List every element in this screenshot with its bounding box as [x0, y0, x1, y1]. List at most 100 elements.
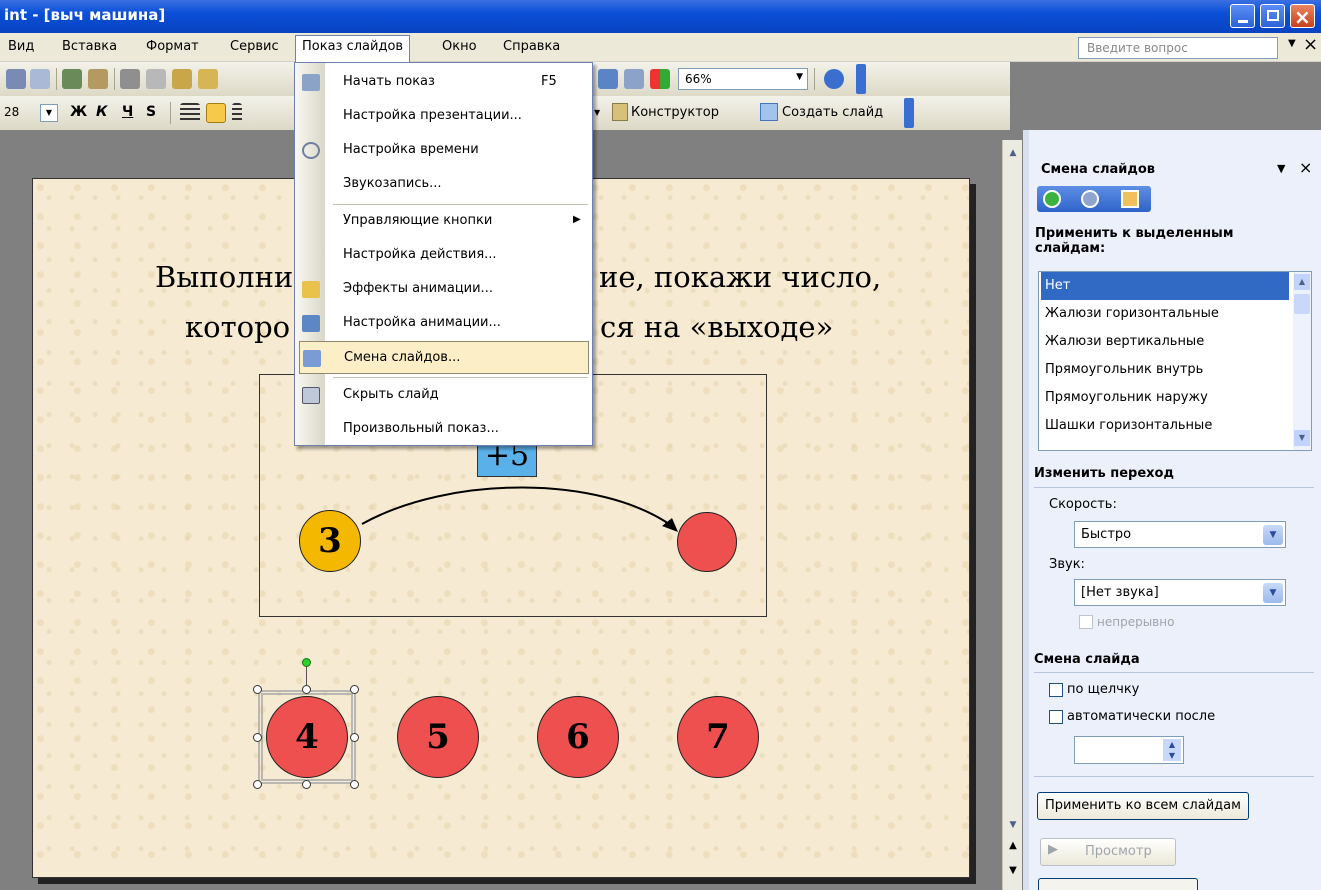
scroll-up-icon[interactable]: ▲ — [1294, 274, 1310, 290]
menu-item-start-show[interactable]: Начать показ F5 — [295, 66, 592, 99]
loop-checkbox[interactable] — [1079, 615, 1093, 629]
next-slide-icon[interactable]: ▼ — [1005, 865, 1021, 883]
auto-advance-checkbox[interactable] — [1049, 710, 1063, 724]
choice-circle-7[interactable]: 7 — [677, 696, 759, 778]
list-item[interactable]: Прямоугольник внутрь — [1041, 356, 1289, 384]
copy-icon[interactable] — [146, 69, 166, 89]
paste-icon[interactable] — [172, 69, 192, 89]
new-slide-button[interactable]: Создать слайд — [782, 105, 883, 120]
print-preview-icon[interactable] — [30, 69, 50, 89]
menu-view[interactable]: Вид — [8, 39, 34, 54]
scroll-down-icon[interactable]: ▼ — [1294, 430, 1310, 446]
sound-select[interactable]: [Нет звука] ▼ — [1074, 579, 1286, 606]
help-question-input[interactable]: Введите вопрос — [1078, 37, 1278, 59]
format-painter-icon[interactable] — [198, 69, 218, 89]
choice-circle-6[interactable]: 6 — [537, 696, 619, 778]
toolbar-options-icon[interactable] — [856, 64, 866, 94]
menu-item-hide-slide[interactable]: Скрыть слайд — [295, 379, 592, 412]
on-click-checkbox[interactable] — [1049, 683, 1063, 697]
menu-item-setup-show[interactable]: Настройка презентации... — [295, 100, 592, 133]
rotation-handle[interactable] — [302, 658, 311, 667]
resize-handle[interactable] — [350, 780, 359, 789]
doc-close-icon[interactable]: × — [1303, 34, 1318, 55]
input-circle[interactable]: 3 — [299, 510, 361, 572]
pane-grip[interactable] — [1023, 130, 1029, 890]
menu-window[interactable]: Окно — [442, 39, 477, 54]
choice-circle-5[interactable]: 5 — [397, 696, 479, 778]
spelling-icon[interactable] — [62, 69, 82, 89]
slide-scrollbar[interactable]: ▲ ▼ ▲ ▼ — [1002, 140, 1022, 890]
slide-title-line1-start[interactable]: Выполни — [155, 260, 293, 294]
toolbar-options-icon[interactable] — [904, 98, 914, 128]
list-item[interactable]: Жалюзи горизонтальные — [1041, 300, 1289, 328]
zoom-combo[interactable]: 66% ▼ — [678, 68, 808, 90]
menu-item-custom-show[interactable]: Произвольный показ... — [295, 413, 592, 446]
cut-icon[interactable] — [120, 69, 140, 89]
bold-button[interactable]: Ж — [70, 104, 87, 120]
pane-close-icon[interactable]: × — [1299, 158, 1312, 177]
design-dropdown-icon[interactable]: ▼ — [594, 108, 600, 117]
spinner-icon[interactable]: ▲ ▼ — [1163, 739, 1181, 761]
scroll-down-icon[interactable]: ▼ — [1005, 820, 1021, 834]
menu-item-action-buttons[interactable]: Управляющие кнопки ▶ — [295, 205, 592, 238]
resize-handle[interactable] — [253, 685, 262, 694]
preview-button[interactable]: Просмотр — [1040, 838, 1176, 866]
speed-select[interactable]: Быстро ▼ — [1074, 521, 1286, 548]
slideshow-button[interactable] — [1038, 878, 1198, 890]
operation-box[interactable]: +5 — [477, 442, 537, 477]
forward-arrow-icon[interactable] — [1081, 190, 1099, 208]
list-item[interactable]: Жалюзи вертикальные — [1041, 328, 1289, 356]
restore-button[interactable] — [1260, 4, 1285, 28]
menu-format[interactable]: Формат — [146, 39, 199, 54]
research-icon[interactable] — [88, 69, 108, 89]
home-icon[interactable] — [1121, 190, 1139, 208]
help-icon[interactable] — [824, 69, 844, 89]
arrow-curve[interactable] — [360, 480, 690, 550]
menu-item-rehearse-timings[interactable]: Настройка времени — [295, 134, 592, 167]
help-dropdown-icon[interactable]: ▼ — [1288, 38, 1296, 49]
italic-button[interactable]: К — [96, 104, 107, 120]
menu-item-custom-animation[interactable]: Настройка анимации... — [295, 307, 592, 340]
output-circle[interactable] — [677, 512, 737, 572]
menu-tools[interactable]: Сервис — [230, 39, 279, 54]
pane-menu-icon[interactable]: ▼ — [1277, 162, 1285, 175]
grid-icon[interactable] — [624, 69, 644, 89]
menu-item-record-narration[interactable]: Звукозапись... — [295, 168, 592, 201]
grayscale-icon[interactable] — [598, 69, 618, 89]
resize-handle[interactable] — [350, 685, 359, 694]
list-item[interactable]: Прямоугольник наружу — [1041, 384, 1289, 412]
resize-handle[interactable] — [302, 780, 311, 789]
slide-title-line2-end[interactable]: ся на «выходе» — [600, 310, 833, 344]
designer-button[interactable]: Конструктор — [631, 105, 719, 120]
align-left-icon[interactable] — [180, 103, 200, 123]
resize-handle[interactable] — [302, 685, 311, 694]
transition-list[interactable]: Нет Жалюзи горизонтальные Жалюзи вертика… — [1038, 271, 1312, 451]
resize-handle[interactable] — [253, 780, 262, 789]
underline-button[interactable]: Ч — [122, 104, 133, 120]
apply-all-button[interactable]: Применить ко всем слайдам — [1037, 792, 1249, 820]
menu-item-slide-transition[interactable]: Смена слайдов... — [299, 341, 589, 374]
choice-circle-4[interactable]: 4 — [266, 696, 348, 778]
list-item[interactable]: Нет — [1041, 272, 1289, 300]
list-item[interactable]: Шашки горизонтальные — [1041, 412, 1289, 440]
resize-handle[interactable] — [253, 733, 262, 742]
menu-help[interactable]: Справка — [503, 39, 560, 54]
close-window-button[interactable]: × — [1290, 4, 1315, 29]
resize-handle[interactable] — [350, 733, 359, 742]
scroll-thumb[interactable] — [1294, 294, 1310, 314]
back-arrow-icon[interactable] — [1043, 190, 1061, 208]
align-right-icon[interactable] — [232, 103, 242, 123]
previous-slide-icon[interactable]: ▲ — [1005, 840, 1021, 858]
color-icon[interactable] — [650, 69, 670, 89]
font-size-value[interactable]: 28 — [4, 105, 19, 119]
align-center-icon[interactable] — [206, 103, 226, 123]
auto-advance-time-input[interactable]: ▲ ▼ — [1074, 736, 1184, 764]
print-icon[interactable] — [6, 69, 26, 89]
slide-title-line1-end[interactable]: ие, покажи число, — [599, 260, 881, 294]
list-scrollbar[interactable]: ▲ ▼ — [1293, 272, 1311, 450]
minimize-button[interactable] — [1230, 4, 1255, 28]
scroll-up-icon[interactable]: ▲ — [1005, 148, 1021, 162]
font-size-dropdown-icon[interactable]: ▼ — [40, 104, 58, 122]
shadow-button[interactable]: S — [146, 104, 156, 120]
menu-item-animation-schemes[interactable]: Эффекты анимации... — [295, 273, 592, 306]
